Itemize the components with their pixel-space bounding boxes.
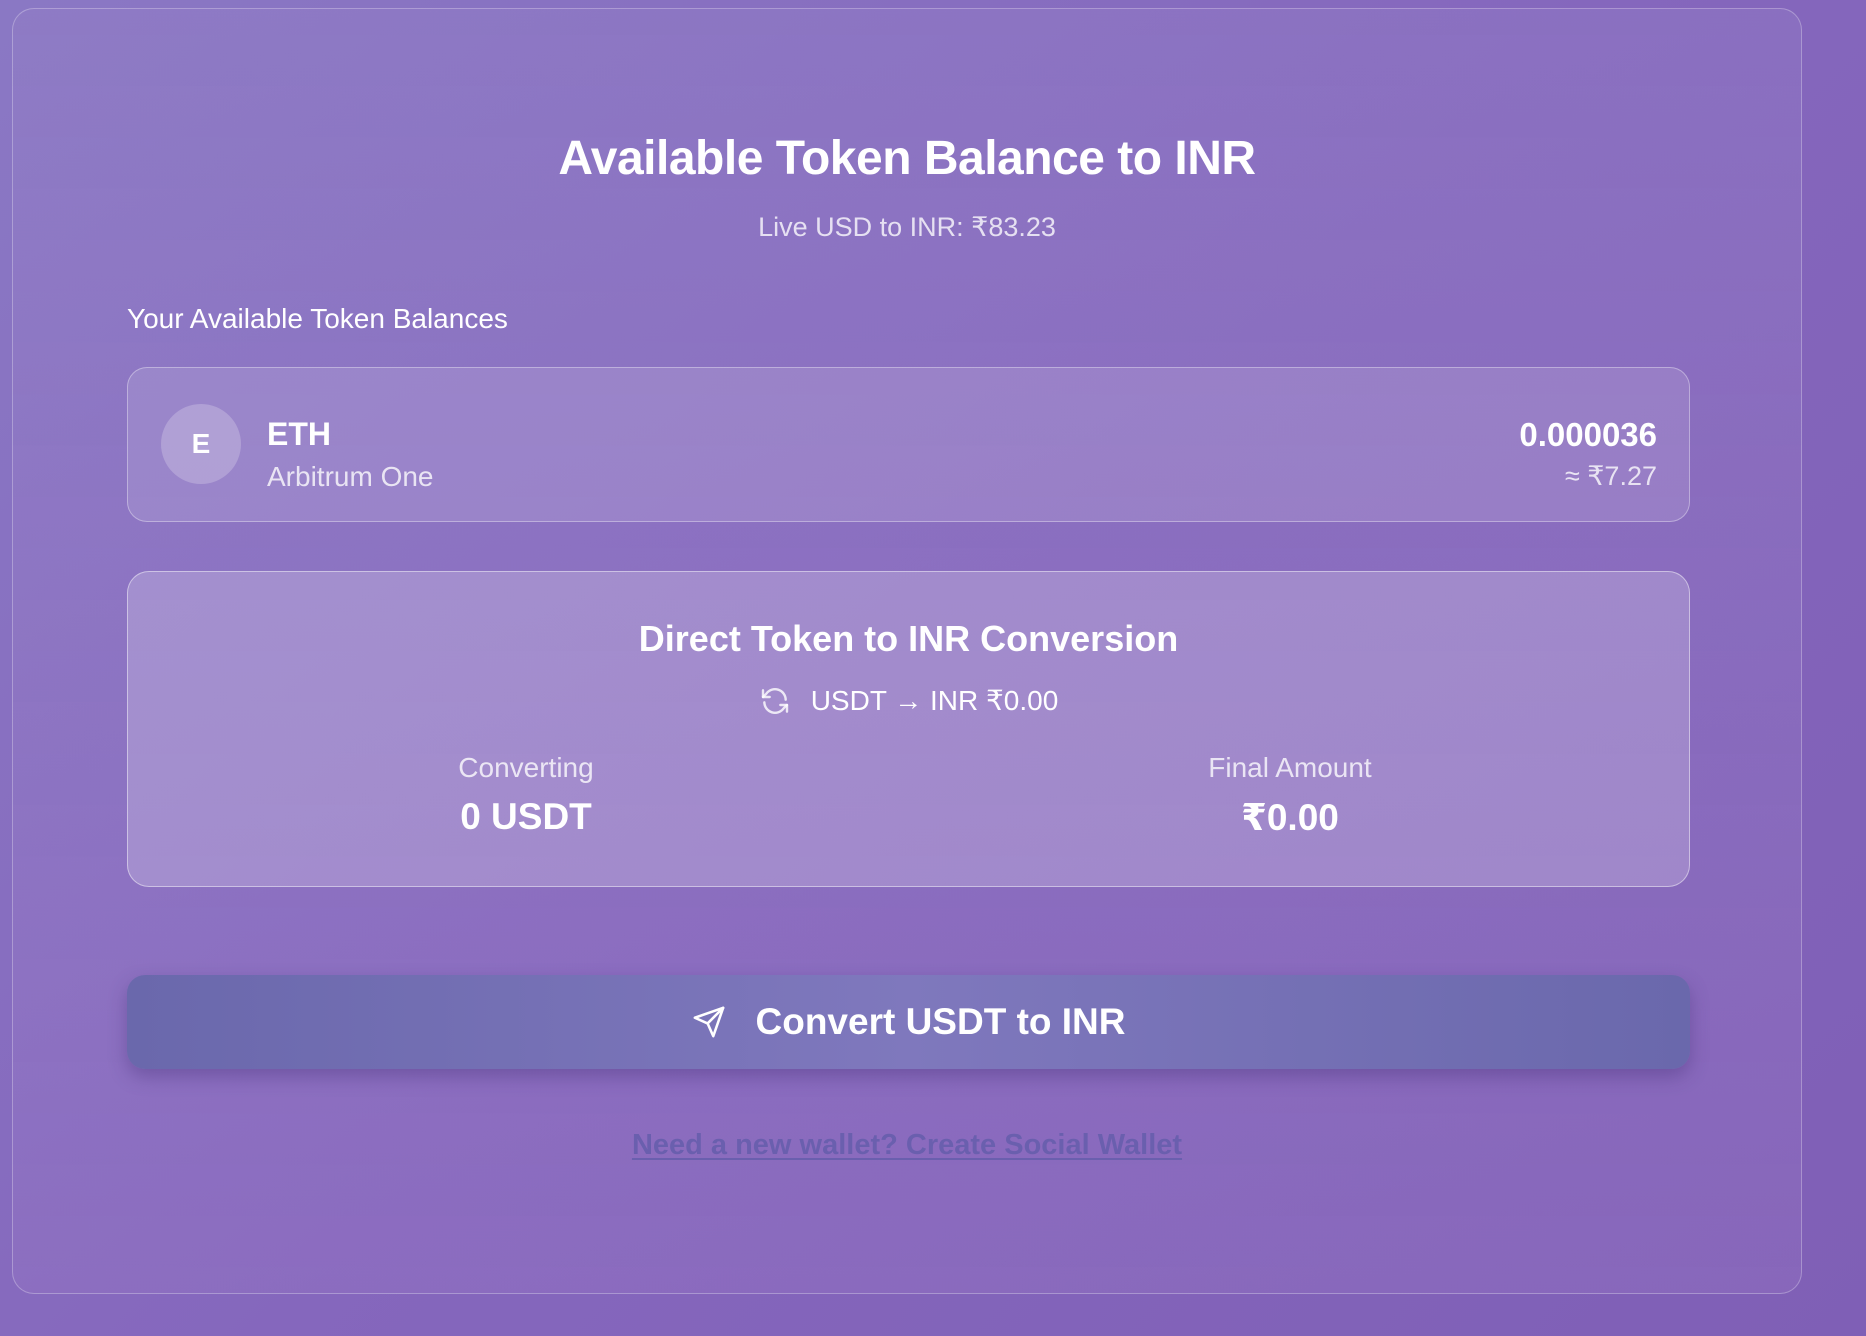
conversion-rate-text: USDT → INR ₹0.00	[810, 685, 1059, 716]
token-balance-row[interactable]: E ETH Arbitrum One 0.000036 ≈ ₹7.27	[127, 367, 1690, 522]
converting-value: 0 USDT	[460, 796, 592, 837]
token-inr-value: ≈ ₹7.27	[1564, 461, 1657, 491]
live-rate-text: Live USD to INR: ₹83.23	[758, 212, 1056, 242]
token-symbol: ETH	[267, 416, 331, 452]
token-avatar: E	[161, 404, 241, 484]
main-card: Available Token Balance to INR Live USD …	[12, 8, 1802, 1294]
token-amount: 0.000036	[1519, 416, 1657, 453]
converting-column: Converting 0 USDT	[326, 752, 726, 838]
converting-label: Converting	[458, 752, 594, 783]
balances-section-label: Your Available Token Balances	[127, 303, 508, 334]
convert-button-label: Convert USDT to INR	[755, 1001, 1126, 1042]
final-amount-column: Final Amount ₹0.00	[1090, 752, 1490, 839]
conversion-title: Direct Token to INR Conversion	[638, 618, 1179, 659]
page-title: Available Token Balance to INR	[558, 132, 1256, 185]
convert-button[interactable]: Convert USDT to INR	[127, 975, 1690, 1069]
token-network: Arbitrum One	[267, 461, 434, 492]
final-amount-value: ₹0.00	[1241, 797, 1339, 838]
create-social-wallet-link[interactable]: Need a new wallet? Create Social Wallet	[632, 1129, 1182, 1161]
final-amount-label: Final Amount	[1208, 752, 1372, 783]
refresh-icon	[759, 685, 791, 717]
conversion-rate: USDT → INR ₹0.00	[128, 684, 1689, 717]
create-wallet-link-container: Need a new wallet? Create Social Wallet	[13, 1129, 1801, 1162]
conversion-panel: Direct Token to INR Conversion USDT → IN…	[127, 571, 1690, 887]
send-icon	[692, 1005, 726, 1039]
